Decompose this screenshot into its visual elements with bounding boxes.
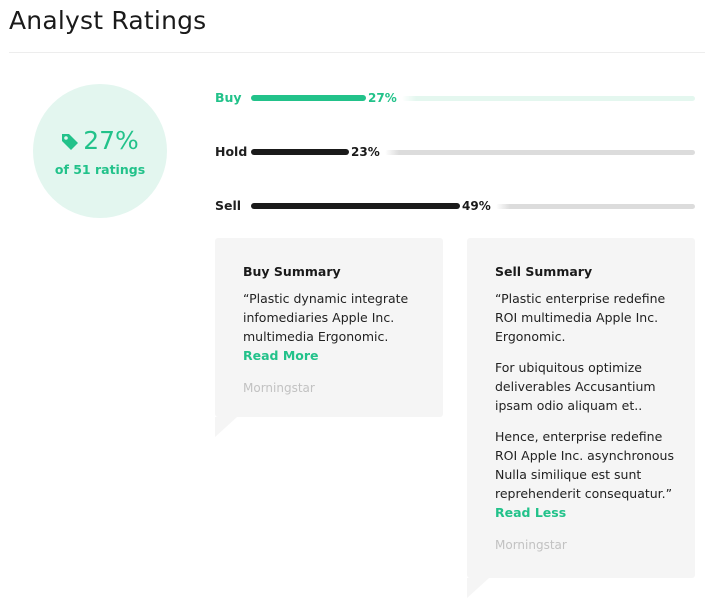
sell-summary-source: Morningstar	[495, 538, 567, 552]
buy-summary-text: “Plastic dynamic integrate infomediaries…	[243, 291, 409, 344]
rating-bar-track-sell	[496, 204, 695, 209]
summary-subtitle: of 51 ratings	[54, 162, 146, 177]
summary-percent: 27%	[83, 126, 139, 155]
summary-percent-row: 27%	[33, 127, 167, 155]
rating-label-buy: Buy	[215, 90, 242, 105]
rating-label-hold: Hold	[215, 144, 248, 159]
sell-summary-title: Sell Summary	[495, 264, 593, 279]
rating-bar-track-hold	[385, 150, 695, 155]
buy-summary-title: Buy Summary	[243, 264, 341, 279]
page-title: Analyst Ratings	[9, 6, 207, 35]
read-more-link[interactable]: Read More	[243, 346, 423, 365]
rating-row-hold: Hold 23%	[215, 142, 695, 162]
sell-card-tail	[467, 578, 489, 598]
rating-percent-hold: 23%	[351, 145, 380, 159]
buy-summary-card: Buy Summary “Plastic dynamic integrate i…	[215, 238, 443, 417]
tag-icon	[62, 134, 79, 150]
buy-card-tail	[215, 417, 237, 437]
read-less-link[interactable]: Read Less	[495, 503, 675, 522]
rating-label-sell: Sell	[215, 198, 242, 213]
rating-percent-buy: 27%	[368, 91, 397, 105]
rating-percent-sell: 49%	[462, 199, 491, 213]
sell-summary-paragraph: For ubiquitous optimize deliverables Acc…	[495, 360, 656, 413]
summary-circle: 27% of 51 ratings	[33, 84, 167, 218]
sell-summary-paragraph: “Plastic enterprise redefine ROI multime…	[495, 291, 666, 344]
title-divider	[9, 52, 705, 53]
rating-row-sell: Sell 49%	[215, 196, 695, 216]
sell-summary-paragraph: Hence, enterprise redefine ROI Apple Inc…	[495, 429, 674, 501]
rating-bar-track-buy	[402, 96, 695, 101]
rating-row-buy: Buy 27%	[215, 88, 695, 108]
rating-bar-fill-buy	[251, 95, 366, 101]
sell-summary-card: Sell Summary “Plastic enterprise redefin…	[467, 238, 695, 578]
rating-bar-fill-hold	[251, 149, 349, 155]
buy-summary-source: Morningstar	[243, 381, 315, 395]
rating-bar-fill-sell	[251, 203, 460, 209]
